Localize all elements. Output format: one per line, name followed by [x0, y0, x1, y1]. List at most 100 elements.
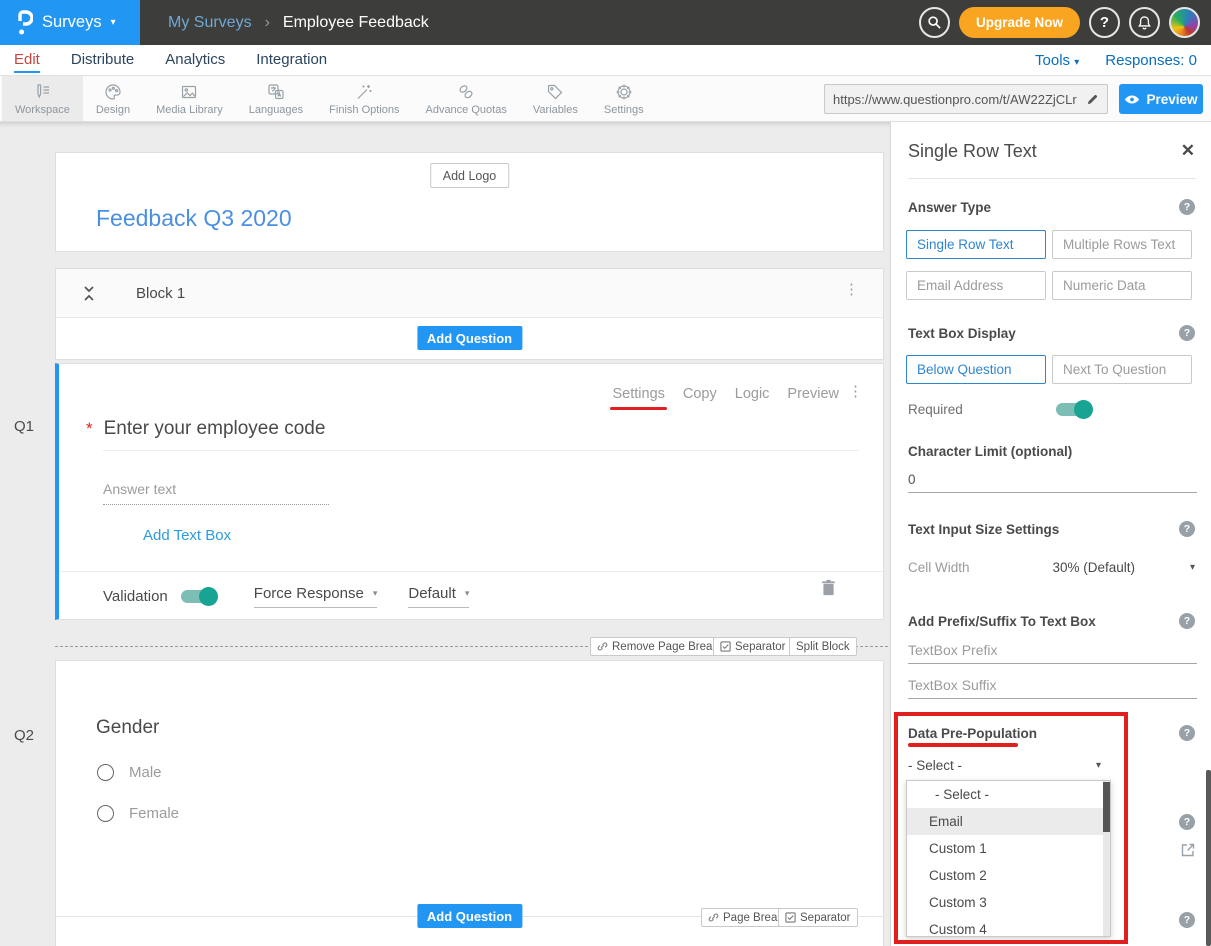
dropdown-scrollbar-thumb[interactable] [1103, 782, 1110, 832]
help-icon-hidden-section-2[interactable]: ? [1179, 912, 1195, 928]
force-response-dropdown[interactable]: Force Response ▾ [254, 585, 378, 608]
survey-header-card: Add Logo Feedback Q3 2020 [55, 152, 884, 252]
question-card-q2: Gender Male Female Add Question Page Bre… [55, 660, 884, 946]
block-name[interactable]: Block 1 [136, 269, 185, 318]
close-icon[interactable]: ✕ [1181, 141, 1195, 161]
validation-toggle[interactable] [181, 590, 216, 603]
answer-type-single-row[interactable]: Single Row Text [906, 230, 1046, 259]
toolbar-item-languages[interactable]: Languages [236, 76, 316, 121]
toolbar-item-media-library[interactable]: Media Library [143, 76, 236, 121]
required-toggle[interactable] [1056, 403, 1091, 416]
q2-question-text[interactable]: Gender [96, 717, 159, 739]
answer-type-multiple-rows[interactable]: Multiple Rows Text [1052, 230, 1192, 259]
upgrade-now-button[interactable]: Upgrade Now [959, 7, 1080, 38]
dropdown-scrollbar-track[interactable] [1103, 781, 1110, 936]
q2-option-female[interactable]: Female [97, 805, 179, 822]
radio-icon[interactable] [97, 764, 114, 781]
delete-question-icon[interactable] [821, 579, 836, 596]
panel-title: Single Row Text [908, 141, 1037, 162]
q1-tab-settings[interactable]: Settings [612, 386, 664, 402]
toolbar-item-variables[interactable]: Variables [520, 76, 591, 121]
collapse-block-icon[interactable] [82, 284, 96, 303]
answer-type-email[interactable]: Email Address [906, 271, 1046, 300]
toolbar-item-finish-options[interactable]: Finish Options [316, 76, 412, 121]
survey-canvas: Q1 Q2 Add Logo Feedback Q3 2020 Block 1 … [0, 122, 890, 946]
q1-tab-logic[interactable]: Logic [735, 386, 770, 402]
avatar[interactable] [1169, 7, 1200, 38]
questionpro-logo [16, 10, 33, 36]
add-question-button-top[interactable]: Add Question [417, 326, 522, 350]
answer-type-numeric[interactable]: Numeric Data [1052, 271, 1192, 300]
caret-down-icon[interactable]: ▾ [1096, 760, 1101, 771]
dropdown-option-custom1[interactable]: Custom 1 [907, 835, 1110, 862]
toolbar-item-design[interactable]: Design [83, 76, 143, 121]
q1-menu-icon[interactable]: ⋮ [848, 384, 863, 401]
radio-icon[interactable] [97, 805, 114, 822]
q1-tab-preview[interactable]: Preview [787, 386, 839, 402]
product-switcher[interactable]: Surveys ▾ [0, 0, 140, 45]
block-menu-icon[interactable]: ⋮ [844, 282, 859, 299]
search-button[interactable] [919, 7, 950, 38]
tab-edit[interactable]: Edit [14, 45, 40, 76]
survey-title[interactable]: Feedback Q3 2020 [96, 205, 292, 232]
display-next-to-question[interactable]: Next To Question [1052, 355, 1192, 384]
q1-tab-copy[interactable]: Copy [683, 386, 717, 402]
breadcrumb-my-surveys[interactable]: My Surveys [168, 14, 252, 32]
panel-divider [908, 178, 1196, 179]
red-underline-annotation [908, 743, 1018, 747]
help-icon-hidden-section-1[interactable]: ? [1179, 814, 1195, 830]
external-link-icon[interactable] [1180, 842, 1196, 858]
toolbar-item-settings[interactable]: Settings [591, 76, 657, 121]
help-icon-data-pre-population[interactable]: ? [1179, 725, 1195, 741]
remove-page-break-button[interactable]: Remove Page Break [590, 637, 725, 656]
tab-integration[interactable]: Integration [256, 45, 327, 76]
separator-button[interactable]: Separator [713, 637, 793, 656]
edit-pencil-icon[interactable] [1086, 93, 1099, 106]
textbox-suffix-input[interactable] [908, 676, 1197, 699]
add-text-box-link[interactable]: Add Text Box [143, 527, 231, 544]
dropdown-option-custom4[interactable]: Custom 4 [907, 916, 1110, 937]
character-limit-input[interactable] [908, 470, 1197, 493]
add-question-button-bottom[interactable]: Add Question [417, 904, 522, 928]
display-below-question[interactable]: Below Question [906, 355, 1046, 384]
help-icon-prefix-suffix[interactable]: ? [1179, 613, 1195, 629]
toolbar-item-advance-quotas[interactable]: Advance Quotas [412, 76, 519, 121]
textbox-prefix-input[interactable] [908, 641, 1197, 664]
dropdown-option-email[interactable]: Email [907, 808, 1110, 835]
responses-count[interactable]: Responses: 0 [1105, 52, 1197, 69]
text-box-display-label: Text Box Display [908, 326, 1016, 341]
toolbar-item-workspace[interactable]: Workspace [2, 76, 83, 121]
add-logo-button[interactable]: Add Logo [430, 163, 510, 188]
data-pre-population-select[interactable]: - Select - [908, 758, 962, 773]
help-button[interactable]: ? [1089, 7, 1120, 38]
survey-url-input[interactable] [833, 92, 1080, 107]
default-dropdown[interactable]: Default ▾ [408, 585, 469, 608]
q1-question-text[interactable]: Enter your employee code [104, 418, 326, 440]
q1-answer-textbox[interactable]: Answer text [103, 481, 329, 505]
q2-option-male[interactable]: Male [97, 764, 162, 781]
tools-dropdown[interactable]: Tools ▾ [1035, 52, 1079, 69]
preview-button[interactable]: Preview [1119, 84, 1203, 114]
cell-width-value[interactable]: 30% (Default) [1052, 560, 1135, 575]
tab-analytics[interactable]: Analytics [165, 45, 225, 76]
prefix-suffix-label: Add Prefix/Suffix To Text Box [908, 614, 1096, 629]
dropdown-option-custom2[interactable]: Custom 2 [907, 862, 1110, 889]
help-icon-text-input-size[interactable]: ? [1179, 521, 1195, 537]
separator-button-q2[interactable]: Separator [778, 908, 858, 927]
help-icon-text-box-display[interactable]: ? [1179, 325, 1195, 341]
dropdown-option-select[interactable]: - Select - [907, 781, 1110, 808]
cell-width-label: Cell Width [908, 560, 970, 575]
unlink-icon [708, 912, 719, 923]
split-block-button[interactable]: Split Block [789, 637, 857, 656]
notifications-button[interactable] [1129, 7, 1160, 38]
panel-scrollbar-thumb[interactable] [1206, 770, 1211, 946]
nav-tabs: Edit Distribute Analytics Integration [14, 45, 327, 76]
caret-down-icon[interactable]: ▾ [1190, 562, 1195, 573]
topbar: Surveys ▾ My Surveys › Employee Feedback… [0, 0, 1211, 45]
workspace-icon [32, 82, 52, 102]
page-break-button[interactable]: Page Break [701, 908, 790, 927]
dropdown-option-custom3[interactable]: Custom 3 [907, 889, 1110, 916]
tab-distribute[interactable]: Distribute [71, 45, 134, 76]
caret-down-icon: ▾ [111, 18, 116, 28]
help-icon-answer-type[interactable]: ? [1179, 199, 1195, 215]
